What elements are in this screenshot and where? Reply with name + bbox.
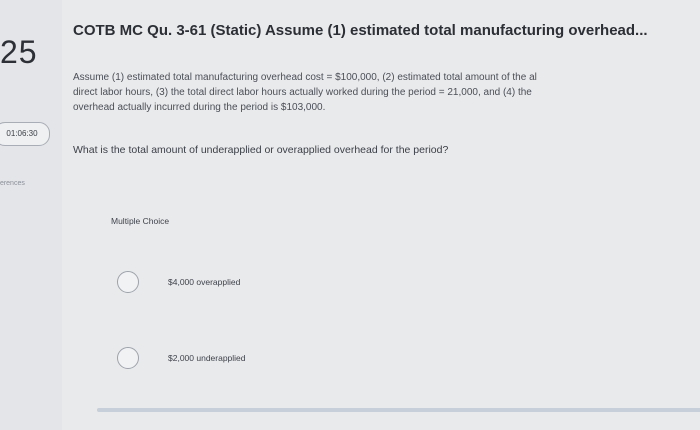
question-body-line: overhead actually incurred during the pe… [73,102,326,113]
question-number: 25 [0,34,38,70]
radio-button[interactable] [117,271,139,293]
multiple-choice-section: Multiple Choice $4,000 overapplied $2,00… [73,202,700,430]
choice-label: $4,000 overapplied [168,277,241,287]
timer-badge: 01:06:30 [0,122,50,146]
bottom-divider [97,408,700,412]
question-body: Assume (1) estimated total manufacturing… [73,70,693,115]
choice-label: $2,000 underapplied [168,353,246,363]
question-body-line: Assume (1) estimated total manufacturing… [73,72,537,83]
multiple-choice-heading: Multiple Choice [111,216,170,226]
choice-option[interactable]: $4,000 overapplied [117,271,377,297]
radio-button[interactable] [117,347,139,369]
references-link[interactable]: ferences [0,180,25,187]
question-prompt: What is the total amount of underapplied… [73,144,449,156]
choice-option[interactable]: $2,000 underapplied [117,347,377,373]
question-title: COTB MC Qu. 3-61 (Static) Assume (1) est… [73,22,648,39]
question-body-line: direct labor hours, (3) the total direct… [73,87,532,98]
